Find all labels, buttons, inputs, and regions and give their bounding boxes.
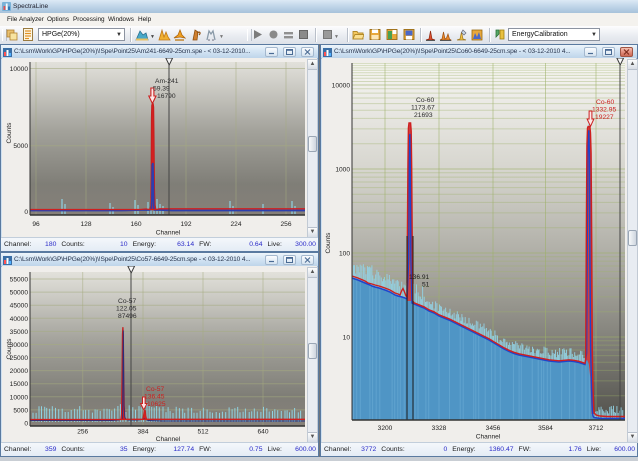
svg-text:1332.95: 1332.95 — [592, 107, 616, 114]
svg-text:15000: 15000 — [10, 381, 29, 388]
svg-text:10: 10 — [343, 335, 351, 342]
svg-text:20000: 20000 — [10, 368, 29, 375]
svg-text:55000: 55000 — [10, 277, 29, 284]
svg-text:Counts: Counts — [6, 338, 13, 360]
svg-text:136.45: 136.45 — [144, 394, 165, 401]
svg-text:Co-60: Co-60 — [416, 97, 434, 104]
svg-text:5000: 5000 — [13, 143, 28, 150]
svg-text:21693: 21693 — [414, 112, 433, 119]
svg-text:256: 256 — [77, 429, 88, 436]
svg-text:224: 224 — [230, 221, 241, 228]
svg-text:87496: 87496 — [118, 313, 137, 320]
svg-text:16790: 16790 — [157, 93, 176, 100]
svg-text:59.39: 59.39 — [153, 86, 170, 93]
svg-text:3584: 3584 — [538, 425, 553, 432]
svg-text:35000: 35000 — [10, 329, 29, 336]
svg-text:5000: 5000 — [13, 407, 28, 414]
svg-text:0: 0 — [24, 209, 28, 216]
svg-text:Co-57: Co-57 — [146, 386, 164, 393]
svg-text:640: 640 — [257, 429, 268, 436]
svg-text:512: 512 — [197, 429, 208, 436]
svg-text:19227: 19227 — [595, 114, 614, 121]
svg-text:Counts: Counts — [325, 232, 332, 254]
svg-text:3456: 3456 — [486, 425, 501, 432]
svg-text:10000: 10000 — [10, 394, 29, 401]
svg-text:10000: 10000 — [332, 83, 351, 90]
svg-text:10000: 10000 — [10, 66, 29, 73]
svg-text:100: 100 — [339, 251, 350, 258]
svg-text:Channel: Channel — [156, 230, 181, 237]
svg-text:256: 256 — [280, 221, 291, 228]
svg-text:122.05: 122.05 — [116, 306, 137, 313]
svg-text:3328: 3328 — [432, 425, 447, 432]
svg-text:10625: 10625 — [147, 401, 166, 408]
svg-text:0: 0 — [24, 421, 28, 428]
svg-text:Am-241: Am-241 — [155, 78, 179, 85]
svg-text:Co-60: Co-60 — [596, 99, 614, 106]
svg-text:128: 128 — [80, 221, 91, 228]
svg-text:96: 96 — [32, 221, 40, 228]
svg-text:3200: 3200 — [378, 425, 393, 432]
svg-text:45000: 45000 — [10, 303, 29, 310]
svg-text:51: 51 — [422, 282, 430, 289]
svg-text:384: 384 — [137, 429, 148, 436]
svg-text:40000: 40000 — [10, 316, 29, 323]
svg-text:3712: 3712 — [589, 425, 604, 432]
svg-text:Counts: Counts — [6, 122, 13, 144]
svg-text:160: 160 — [130, 221, 141, 228]
svg-text:Co-57: Co-57 — [118, 298, 136, 305]
svg-text:1173.67: 1173.67 — [411, 105, 435, 112]
svg-text:Channel: Channel — [476, 434, 501, 441]
svg-text:192: 192 — [180, 221, 191, 228]
svg-text:50000: 50000 — [10, 290, 29, 297]
svg-text:136.91: 136.91 — [409, 274, 430, 281]
svg-text:1000: 1000 — [335, 167, 350, 174]
